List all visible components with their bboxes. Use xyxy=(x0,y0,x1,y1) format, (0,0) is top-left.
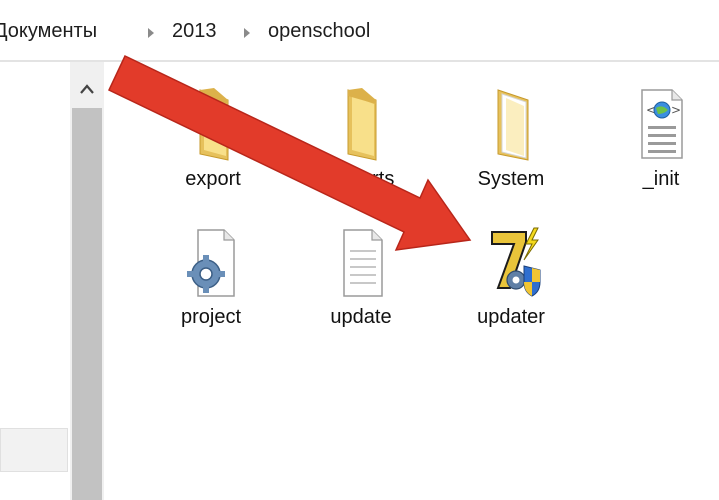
scrollbar-thumb[interactable] xyxy=(72,108,102,500)
folder-icon xyxy=(476,84,546,164)
file-name: updater xyxy=(477,306,545,328)
chevron-up-icon xyxy=(80,84,94,94)
file-item-project[interactable]: project xyxy=(156,222,266,342)
file-item-init[interactable]: < > _init xyxy=(606,84,716,204)
folder-icon xyxy=(326,84,396,164)
breadcrumb-separator-icon[interactable] xyxy=(148,28,154,38)
config-file-icon xyxy=(176,222,246,302)
7z-sfx-icon xyxy=(476,222,546,302)
file-item-update[interactable]: update xyxy=(306,222,416,342)
scroll-up-button[interactable] xyxy=(70,74,104,104)
breadcrumb-item-documents[interactable]: Документы xyxy=(0,20,97,43)
file-item-imports[interactable]: Imports xyxy=(306,84,416,204)
file-name: project xyxy=(180,306,242,328)
file-item-export[interactable]: export xyxy=(158,84,268,204)
web-document-icon: < > xyxy=(626,84,696,164)
file-name: System xyxy=(477,168,545,190)
text-file-icon xyxy=(326,222,396,302)
file-name: export xyxy=(185,168,241,190)
file-name: update xyxy=(330,306,392,328)
svg-text:>: > xyxy=(671,103,681,117)
folder-icon xyxy=(178,84,248,164)
file-item-system[interactable]: System xyxy=(456,84,566,204)
breadcrumb-item-openschool[interactable]: openschool xyxy=(268,20,370,43)
address-bar[interactable]: Документы 2013 openschool xyxy=(0,0,719,62)
explorer-window: Документы 2013 openschool export Imports… xyxy=(0,0,719,500)
breadcrumb-separator-icon[interactable] xyxy=(244,28,250,38)
navigation-pane-item[interactable] xyxy=(0,428,68,472)
file-name: Imports xyxy=(327,168,395,190)
file-item-updater[interactable]: updater xyxy=(456,222,566,342)
file-name: _init xyxy=(642,168,680,190)
breadcrumb-item-2013[interactable]: 2013 xyxy=(172,20,217,43)
